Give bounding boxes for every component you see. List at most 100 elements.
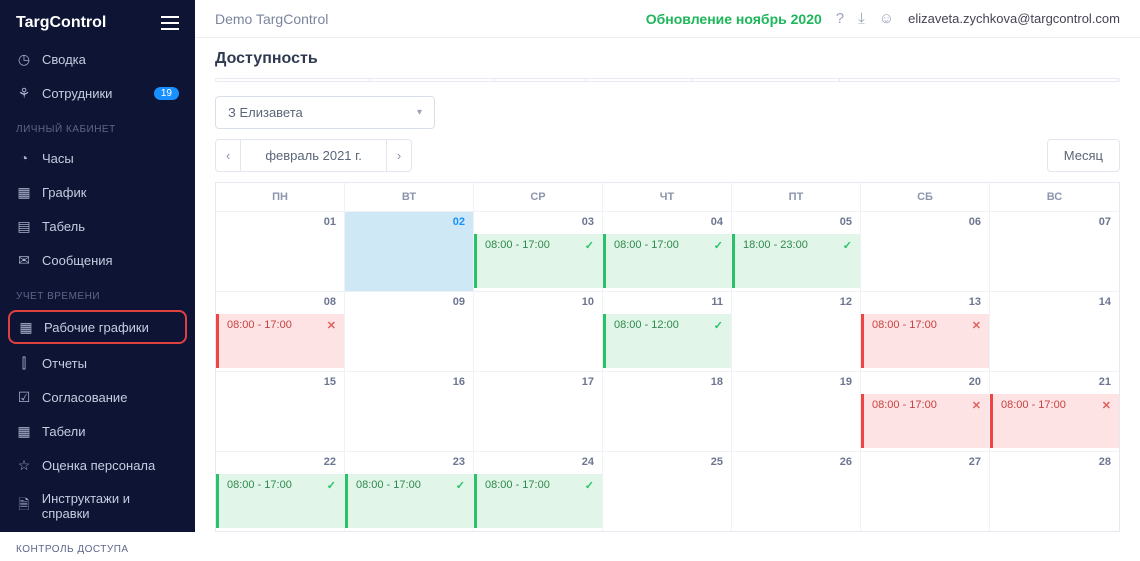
calendar-day[interactable]: 02 (345, 211, 474, 291)
day-number: 16 (453, 376, 465, 388)
day-number: 09 (453, 296, 465, 308)
check-icon: ✓ (843, 239, 852, 252)
sidebar-item-main1[interactable]: ⚘Сотрудники19 (0, 76, 195, 110)
slot-time: 08:00 - 17:00 (356, 479, 421, 491)
day-number: 24 (582, 456, 594, 468)
calendar-day[interactable]: 09 (345, 291, 474, 371)
sidebar-item-s2-3[interactable]: ▦Табели (0, 414, 195, 448)
calendar-day[interactable]: 20 08:00 - 17:00✕ (861, 371, 990, 451)
availability-slot[interactable]: 08:00 - 17:00✓ (603, 234, 731, 288)
day-number: 05 (840, 216, 852, 228)
sidebar-item-s2-2[interactable]: ☑Согласование (0, 380, 195, 414)
availability-slot[interactable]: 08:00 - 12:00✓ (603, 314, 731, 368)
sidebar-item-s1-0[interactable]: ◔Часы (0, 141, 195, 175)
user-email[interactable]: elizaveta.zychkova@targcontrol.com (908, 11, 1120, 26)
calendar-day[interactable]: 05 18:00 - 23:00✓ (732, 211, 861, 291)
calendar-day[interactable]: 07 (990, 211, 1119, 291)
sidebar-item-label: Сообщения (42, 253, 113, 268)
day-number: 20 (969, 376, 981, 388)
sidebar-item-label: Сводка (42, 52, 86, 67)
sidebar-section-personal: ЛИЧНЫЙ КАБИНЕТ (0, 110, 195, 141)
calendar-day[interactable]: 28 (990, 451, 1119, 531)
check-icon: ✓ (327, 479, 336, 492)
close-icon: ✕ (1102, 399, 1111, 412)
calendar-day[interactable]: 1308:00 - 17:00✕ (861, 291, 990, 371)
calendar-day[interactable]: 12 (732, 291, 861, 371)
view-mode-button[interactable]: Месяц (1047, 139, 1120, 172)
calendar-day[interactable]: 22 08:00 - 17:00 ✓ (216, 451, 345, 531)
employee-select-value: З Елизавета (228, 105, 303, 120)
sidebar-item-label: Табели (42, 424, 86, 439)
calendar-day[interactable]: 27 (861, 451, 990, 531)
calendar-day[interactable]: 16 (345, 371, 474, 451)
availability-slot[interactable]: 08:00 - 17:00✕ (216, 314, 344, 368)
availability-slot[interactable]: 08:00 - 17:00✕ (861, 314, 989, 368)
sidebar-item-label: График (42, 185, 86, 200)
close-icon: ✕ (327, 319, 336, 332)
calendar-day[interactable]: 0308:00 - 17:00✓ (474, 211, 603, 291)
day-number: 27 (969, 456, 981, 468)
notifications-icon[interactable]: ⤓ (858, 10, 865, 27)
s1-1-icon: ▦ (16, 184, 32, 200)
check-icon: ✓ (585, 479, 594, 492)
sidebar-badge: 19 (154, 87, 179, 100)
calendar-day[interactable]: 14 (990, 291, 1119, 371)
sidebar-item-s1-1[interactable]: ▦ График (0, 175, 195, 209)
sidebar-item-s2-5[interactable]: 🗎Инструктажи и справки (0, 482, 195, 530)
help-icon[interactable]: ? (836, 10, 844, 27)
slot-time: 08:00 - 17:00 (227, 479, 292, 491)
calendar-grid: ПНВТСРЧТПТСБВС 01020308:00 - 17:00✓0408:… (215, 182, 1120, 532)
day-number: 22 (324, 456, 336, 468)
availability-slot[interactable]: 08:00 - 17:00✓ (345, 474, 473, 528)
calendar-day[interactable]: 19 (732, 371, 861, 451)
dow-header: ЧТ (603, 183, 732, 211)
day-number: 06 (969, 216, 981, 228)
org-name: Demo TargControl (215, 11, 328, 27)
sidebar-item-main0[interactable]: ◷Сводка (0, 42, 195, 76)
availability-slot[interactable]: 08:00 - 17:00✓ (474, 234, 602, 288)
calendar-day[interactable]: 24 08:00 - 17:00 ✓ (474, 451, 603, 531)
sidebar-item-s1-2[interactable]: ▤Табель (0, 209, 195, 243)
calendar-day[interactable]: 2308:00 - 17:00✓ (345, 451, 474, 531)
sidebar-item-s2-1[interactable]: ⫿Отчеты (0, 346, 195, 380)
dow-header: ВТ (345, 183, 474, 211)
day-number: 10 (582, 296, 594, 308)
calendar-day[interactable]: 0808:00 - 17:00✕ (216, 291, 345, 371)
availability-slot[interactable]: 18:00 - 23:00✓ (732, 234, 860, 288)
sidebar-item-s2-4[interactable]: ☆Оценка персонала (0, 448, 195, 482)
calendar-day[interactable]: 17 (474, 371, 603, 451)
day-number: 26 (840, 456, 852, 468)
month-label: февраль 2021 г. (241, 140, 386, 171)
sidebar-item-s1-3[interactable]: ✉Сообщения (0, 243, 195, 277)
employee-select[interactable]: З Елизавета ▾ (215, 96, 435, 129)
sidebar-item-label: Часы (42, 151, 74, 166)
prev-month-button[interactable]: ‹ (216, 140, 241, 171)
availability-slot[interactable]: 08:00 - 17:00✕ (861, 394, 989, 448)
sidebar-item-label: Оценка персонала (42, 458, 155, 473)
calendar-day[interactable]: 01 (216, 211, 345, 291)
calendar-day[interactable]: 2108:00 - 17:00✕ (990, 371, 1119, 451)
calendar-day[interactable]: 15 (216, 371, 345, 451)
calendar-day[interactable]: 25 (603, 451, 732, 531)
slot-time: 08:00 - 17:00 (485, 479, 550, 491)
day-number: 01 (324, 216, 336, 228)
calendar-day[interactable]: 06 (861, 211, 990, 291)
sidebar-item-label: Рабочие графики (44, 320, 149, 335)
dow-header: ПТ (732, 183, 861, 211)
calendar-day[interactable]: 10 (474, 291, 603, 371)
sidebar-item-s2-0[interactable]: ▦Рабочие графики (8, 310, 187, 344)
calendar-day[interactable]: 18 (603, 371, 732, 451)
day-number: 17 (582, 376, 594, 388)
availability-slot[interactable]: 08:00 - 17:00 ✓ (474, 474, 602, 528)
calendar-day[interactable]: 26 (732, 451, 861, 531)
calendar-day[interactable]: 1108:00 - 12:00✓ (603, 291, 732, 371)
user-icon[interactable]: ☺ (879, 10, 894, 27)
announcement-link[interactable]: Обновление ноябрь 2020 (646, 11, 822, 27)
menu-toggle-icon[interactable] (161, 16, 179, 30)
availability-slot[interactable]: 08:00 - 17:00 ✓ (216, 474, 344, 528)
check-icon: ✓ (585, 239, 594, 252)
calendar-day[interactable]: 0408:00 - 17:00✓ (603, 211, 732, 291)
availability-slot[interactable]: 08:00 - 17:00✕ (990, 394, 1119, 448)
next-month-button[interactable]: › (386, 140, 411, 171)
sidebar-section-access: КОНТРОЛЬ ДОСТУПА (0, 530, 195, 561)
